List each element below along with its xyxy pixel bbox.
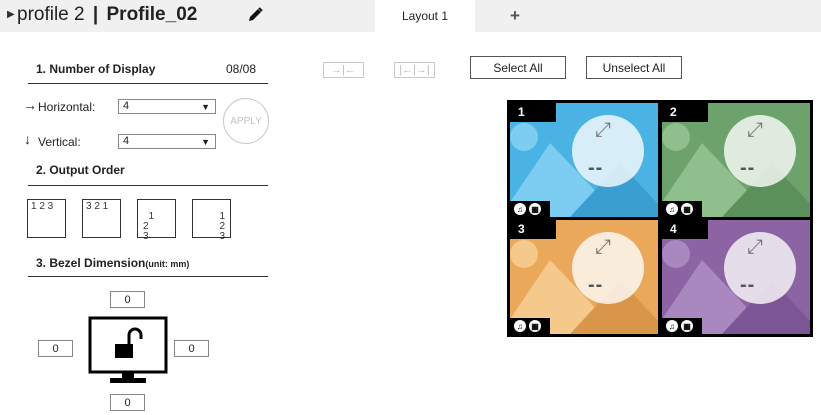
- bezel-left-value: 0: [52, 342, 59, 355]
- speaker-icon[interactable]: ♫: [514, 203, 526, 215]
- select-all-label: Select All: [493, 60, 543, 75]
- display-count: 08/08: [226, 62, 257, 76]
- divider: [28, 276, 268, 277]
- bezel-right-value: 0: [188, 342, 195, 355]
- output-order-title: 2. Output Order: [36, 163, 125, 177]
- vertical-label: Vertical:: [38, 135, 81, 149]
- unselect-all-button[interactable]: Unselect All: [586, 56, 682, 79]
- expand-icon[interactable]: ⤢: [595, 236, 611, 259]
- order-option-label: 1 2 3: [31, 201, 54, 212]
- cell-controls: ♫ ▦: [510, 318, 550, 334]
- chevron-down-icon: ▼: [201, 137, 210, 147]
- expand-icon[interactable]: ⤢: [595, 119, 611, 142]
- profile-prefix: profile 2: [17, 4, 85, 25]
- order-option-label: 1 2 3: [219, 211, 225, 242]
- bezel-top-input[interactable]: 0: [110, 291, 145, 308]
- display-number: 3: [510, 220, 556, 239]
- merge-displays-button[interactable]: →|←: [323, 62, 364, 78]
- bezel-right-input[interactable]: 0: [174, 340, 209, 357]
- divider: [28, 185, 268, 186]
- display-cell-3[interactable]: ⤢ 3 -- ♫ ▦: [510, 220, 658, 334]
- order-option-label: 3 2 1: [86, 201, 109, 212]
- vertical-value: 4: [123, 135, 130, 147]
- expand-triangle-icon[interactable]: ▶: [7, 9, 15, 20]
- bezel-top-value: 0: [124, 293, 131, 306]
- display-number: 4: [662, 220, 708, 239]
- order-option-3[interactable]: 1 2 3: [137, 199, 176, 242]
- expand-icon[interactable]: ⤢: [747, 119, 763, 142]
- horizontal-value: 4: [123, 100, 130, 112]
- film-icon[interactable]: ▦: [681, 320, 693, 332]
- divider: [28, 83, 268, 84]
- unselect-all-label: Unselect All: [602, 60, 666, 75]
- order-option-4[interactable]: 1 2 3: [192, 199, 231, 242]
- display-cell-1[interactable]: ⤢ 1 -- ♫ ▦: [510, 103, 658, 217]
- arrow-down-icon: ↓: [24, 131, 31, 147]
- profile-title: Profile_02: [106, 4, 198, 25]
- bezel-unit: (unit: mm): [145, 259, 190, 269]
- horizontal-label: Horizontal:: [38, 100, 96, 114]
- source-placeholder: --: [740, 274, 756, 296]
- source-placeholder: --: [588, 274, 604, 296]
- chevron-down-icon: ▼: [201, 102, 210, 112]
- select-all-button[interactable]: Select All: [470, 56, 566, 79]
- cell-controls: ♫ ▦: [662, 318, 702, 334]
- monitor-lock-icon[interactable]: [88, 316, 168, 386]
- profile-name: profile 2 | Profile_02: [17, 4, 197, 26]
- speaker-icon[interactable]: ♫: [514, 320, 526, 332]
- film-icon[interactable]: ▦: [681, 203, 693, 215]
- source-placeholder: --: [740, 157, 756, 179]
- display-cell-2[interactable]: ⤢ 2 -- ♫ ▦: [662, 103, 810, 217]
- bezel-dimension-title: 3. Bezel Dimension(unit: mm): [36, 256, 189, 270]
- film-icon[interactable]: ▦: [529, 320, 541, 332]
- display-preview-grid: ⤢ 1 -- ♫ ▦ ⤢ 2 -- ♫ ▦ ⤢ 3 -- ♫ ▦ ⤢ 4 -- …: [507, 100, 813, 337]
- split-icon: |←|→|: [399, 64, 430, 76]
- order-option-1[interactable]: 1 2 3: [27, 199, 66, 238]
- profile-separator: |: [92, 4, 99, 25]
- pencil-icon[interactable]: [246, 6, 264, 24]
- arrow-right-icon: →: [23, 97, 37, 113]
- display-number: 2: [662, 103, 708, 122]
- speaker-icon[interactable]: ♫: [666, 320, 678, 332]
- order-option-2[interactable]: 3 2 1: [82, 199, 121, 238]
- order-option-label: 1 2 3: [143, 211, 155, 242]
- bezel-bottom-value: 0: [124, 396, 131, 409]
- number-of-display-title: 1. Number of Display: [36, 62, 156, 76]
- bezel-title-text: 3. Bezel Dimension: [36, 256, 146, 270]
- apply-label: APPLY: [230, 115, 262, 127]
- bezel-left-input[interactable]: 0: [38, 340, 73, 357]
- bezel-bottom-input[interactable]: 0: [110, 394, 145, 411]
- expand-icon[interactable]: ⤢: [747, 236, 763, 259]
- apply-button[interactable]: APPLY: [223, 98, 269, 144]
- cell-controls: ♫ ▦: [510, 201, 550, 217]
- split-displays-button[interactable]: |←|→|: [394, 62, 435, 78]
- display-number: 1: [510, 103, 556, 122]
- speaker-icon[interactable]: ♫: [666, 203, 678, 215]
- cell-controls: ♫ ▦: [662, 201, 702, 217]
- add-tab-icon[interactable]: +: [510, 6, 520, 26]
- tab-label: Layout 1: [401, 9, 449, 23]
- display-cell-4[interactable]: ⤢ 4 -- ♫ ▦: [662, 220, 810, 334]
- source-placeholder: --: [588, 157, 604, 179]
- film-icon[interactable]: ▦: [529, 203, 541, 215]
- horizontal-select[interactable]: 4 ▼: [118, 99, 216, 114]
- vertical-select[interactable]: 4 ▼: [118, 134, 216, 149]
- tab-layout-1[interactable]: Layout 1: [375, 0, 475, 32]
- merge-icon: →|←: [331, 64, 356, 76]
